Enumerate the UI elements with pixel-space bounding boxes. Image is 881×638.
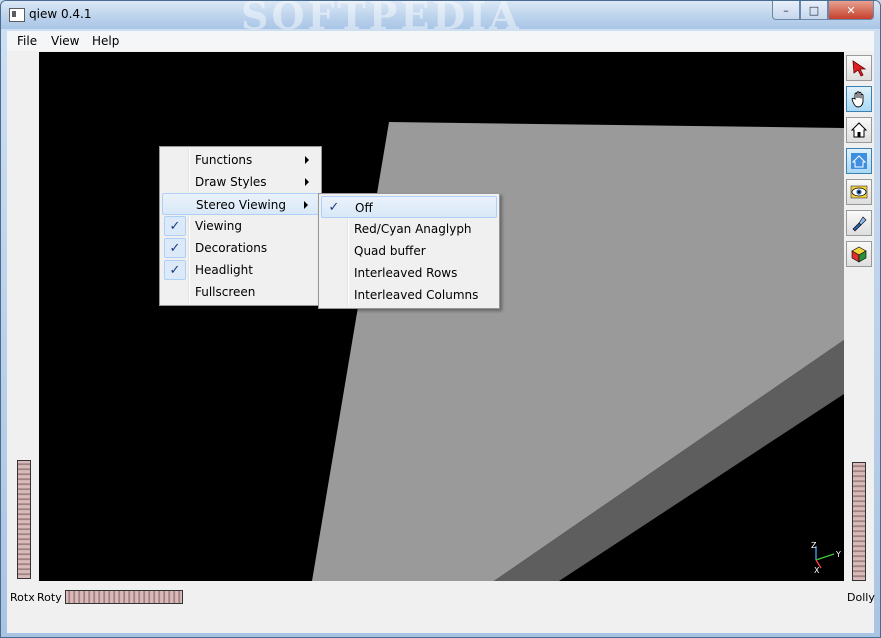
menu-bar: File View Help [7, 31, 874, 51]
menu-item-decorations[interactable]: ✓ Decorations [162, 237, 319, 259]
home-icon [850, 122, 868, 138]
axis-y-label: Y [835, 550, 841, 559]
app-icon[interactable] [9, 8, 25, 22]
menu-item-label: Functions [195, 153, 253, 167]
light-face [312, 122, 844, 581]
stereo-item-interleaved-rows[interactable]: Interleaved Rows [321, 262, 497, 284]
projection-button[interactable] [846, 241, 872, 267]
axis-indicator: Z Y X [811, 541, 841, 575]
menu-item-headlight[interactable]: ✓ Headlight [162, 259, 319, 281]
stereo-submenu: ✓ Off Red/Cyan Anaglyph Quad buffer Inte… [318, 193, 500, 309]
checkmark-icon: ✓ [164, 216, 186, 236]
axis-x-label: X [814, 566, 820, 575]
title-bar[interactable]: qiew 0.4.1 SOFTPEDIA – □ ✕ [1, 1, 880, 38]
menu-item-label: Draw Styles [195, 175, 267, 189]
submenu-arrow-icon [304, 201, 308, 209]
projection-cube-icon [851, 246, 867, 263]
seek-button[interactable] [846, 210, 872, 236]
checkmark-icon: ✓ [328, 199, 340, 215]
close-button[interactable]: ✕ [828, 1, 874, 20]
app-window: qiew 0.4.1 SOFTPEDIA – □ ✕ File View Hel… [0, 0, 881, 638]
stereo-item-quad-buffer[interactable]: Quad buffer [321, 240, 497, 262]
stereo-item-anaglyph[interactable]: Red/Cyan Anaglyph [321, 218, 497, 240]
menu-item-label: Headlight [195, 263, 253, 277]
menu-item-label: Decorations [195, 241, 268, 255]
menu-item-fullscreen[interactable]: Fullscreen [162, 281, 319, 303]
stereo-item-off[interactable]: ✓ Off [321, 196, 497, 218]
3d-viewport[interactable]: Z Y X [39, 52, 844, 581]
menu-item-draw-styles[interactable]: Draw Styles [162, 171, 319, 193]
menu-view[interactable]: View [51, 34, 79, 48]
pan-mode-button[interactable] [846, 86, 872, 112]
submenu-arrow-icon [305, 156, 309, 164]
dolly-thumbwheel[interactable] [852, 462, 866, 581]
menu-file[interactable]: File [17, 34, 37, 48]
checkmark-icon: ✓ [164, 260, 186, 280]
select-mode-button[interactable] [846, 55, 872, 81]
menu-item-functions[interactable]: Functions [162, 149, 319, 171]
view-all-eye-icon [850, 185, 868, 199]
view-all-button[interactable] [846, 179, 872, 205]
home-button[interactable] [846, 117, 872, 143]
menu-item-stereo-viewing[interactable]: Stereo Viewing [162, 193, 319, 215]
axis-z-label: Z [811, 541, 817, 550]
checkmark-icon: ✓ [164, 238, 186, 258]
menu-item-viewing[interactable]: ✓ Viewing [162, 215, 319, 237]
view-menu: Functions Draw Styles Stereo Viewing ✓ V… [159, 146, 322, 306]
maximize-button[interactable]: □ [800, 1, 828, 20]
seek-flashlight-icon [852, 216, 867, 232]
roty-thumbwheel[interactable] [17, 460, 31, 579]
menu-item-label: Red/Cyan Anaglyph [354, 222, 472, 236]
menu-item-label: Fullscreen [195, 285, 256, 299]
menu-item-label: Interleaved Rows [354, 266, 458, 280]
rotx-thumbwheel[interactable] [65, 590, 183, 604]
roty-label: Roty [37, 591, 62, 604]
minimize-button[interactable]: – [772, 1, 800, 20]
select-arrow-icon [852, 60, 867, 77]
menu-item-label: Interleaved Columns [354, 288, 479, 302]
menu-help[interactable]: Help [92, 34, 119, 48]
hand-icon [851, 91, 864, 108]
dolly-label: Dolly [847, 591, 875, 604]
submenu-arrow-icon [305, 178, 309, 186]
stereo-item-interleaved-columns[interactable]: Interleaved Columns [321, 284, 497, 306]
client-area: File View Help Z Y X Rotx Roty Dolly [7, 31, 875, 633]
set-home-button[interactable] [846, 148, 872, 174]
menu-item-label: Off [355, 201, 373, 215]
rotx-label: Rotx [10, 591, 35, 604]
menu-item-label: Quad buffer [354, 244, 426, 258]
menu-item-label: Stereo Viewing [196, 198, 286, 212]
window-title: qiew 0.4.1 [29, 7, 92, 21]
menu-item-label: Viewing [195, 219, 243, 233]
set-home-icon [851, 153, 867, 169]
